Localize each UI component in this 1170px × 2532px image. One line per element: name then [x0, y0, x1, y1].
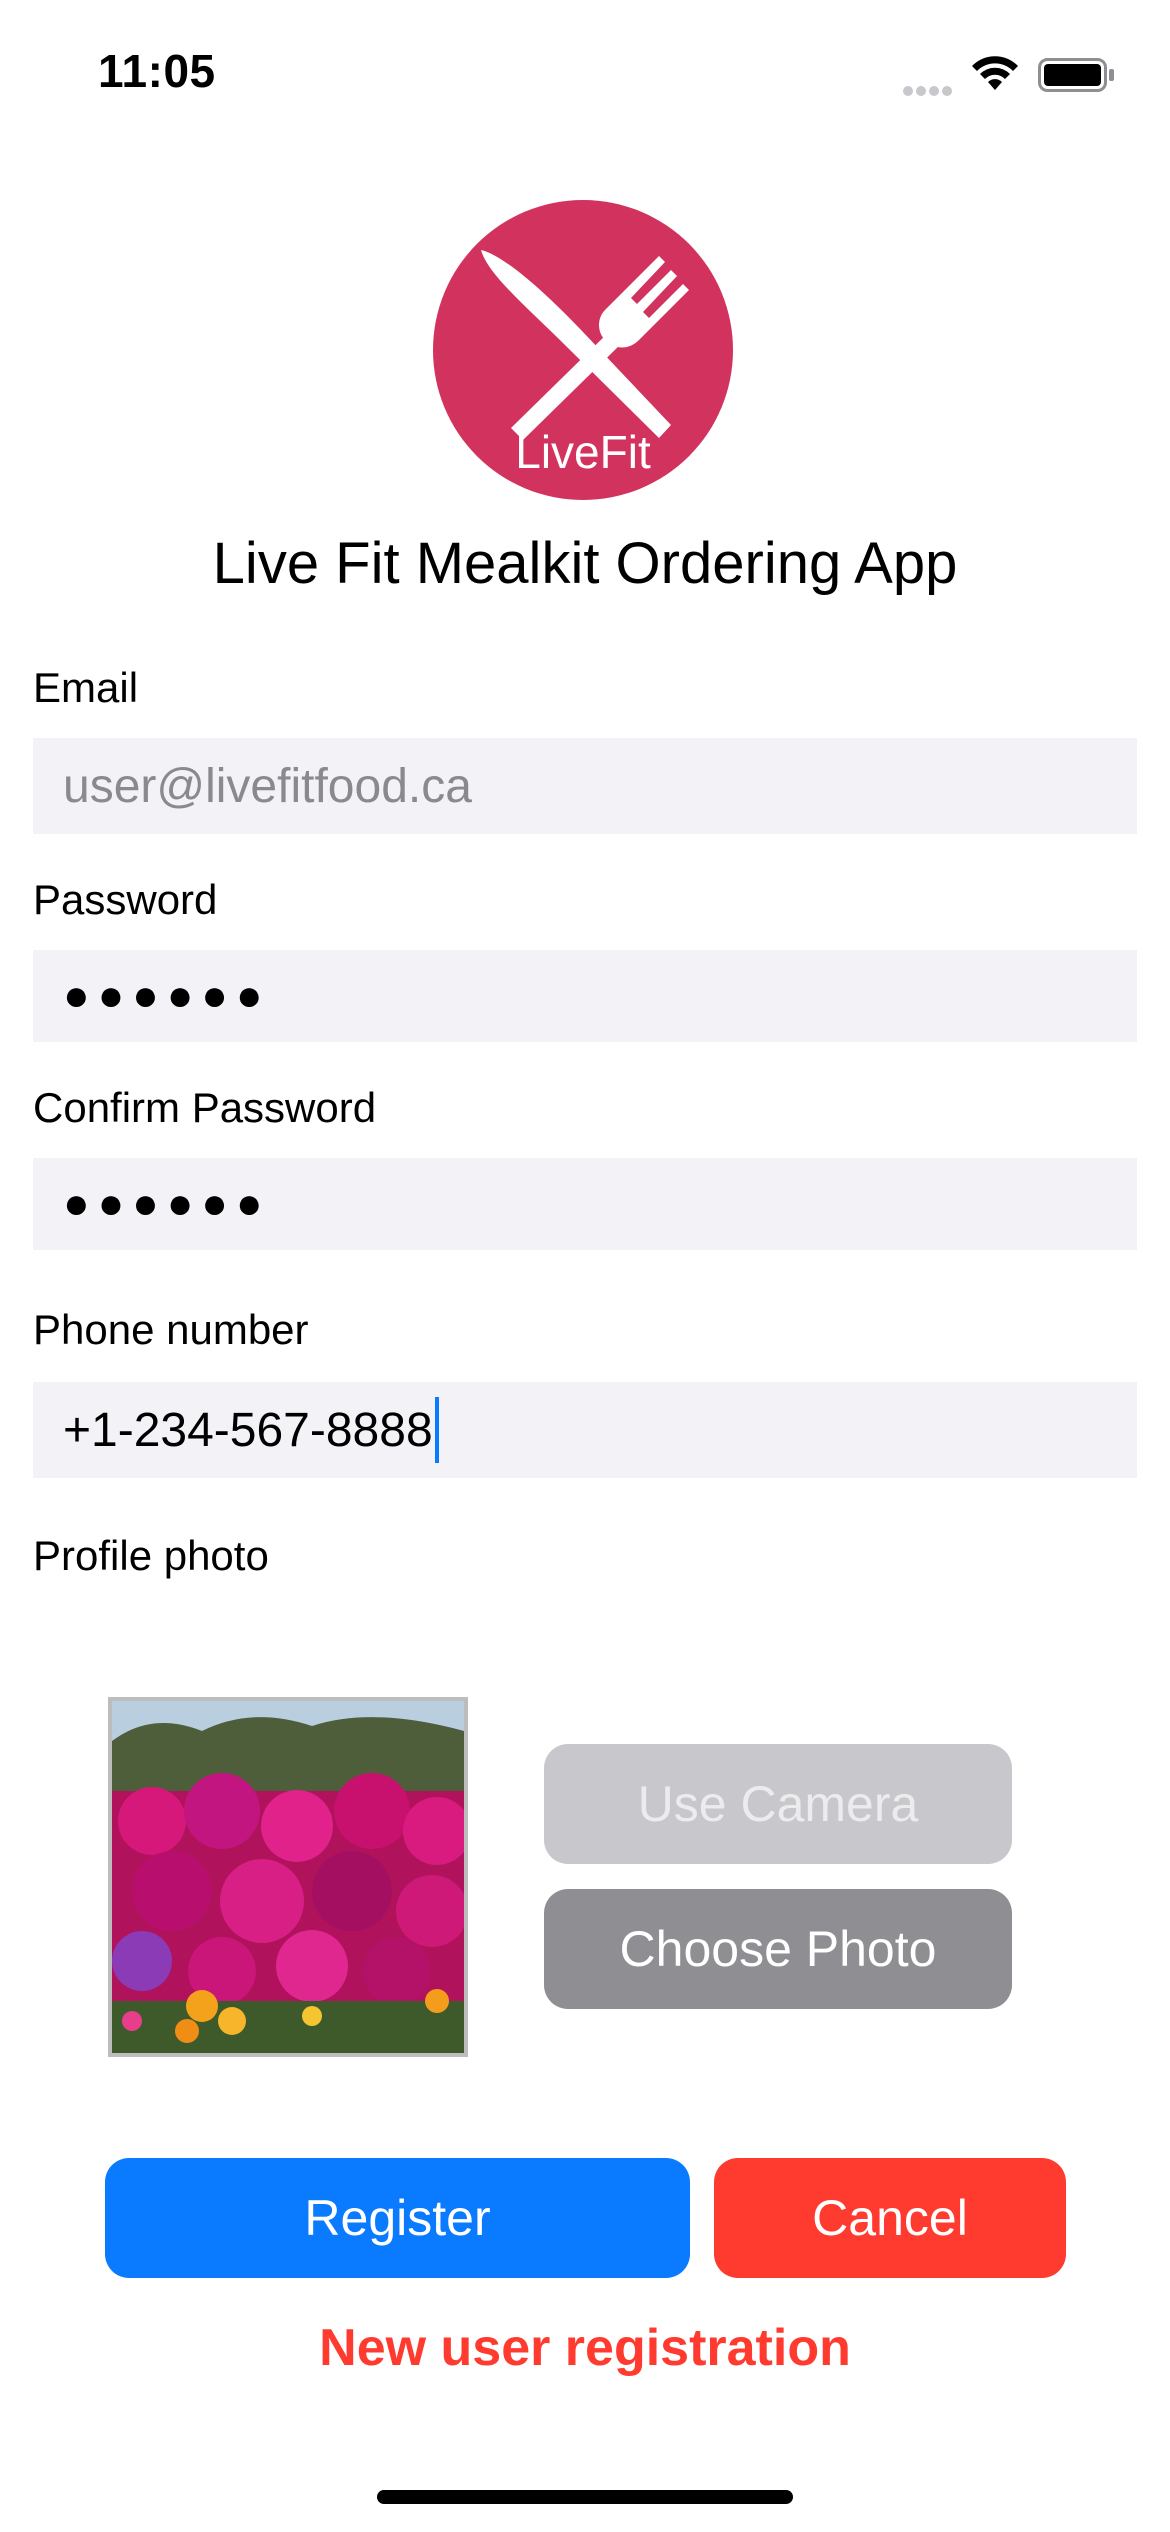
email-field[interactable]: user@livefitfood.ca [33, 738, 1137, 834]
password-field[interactable]: ●●●●●● [33, 950, 1137, 1042]
phone-label: Phone number [33, 1306, 309, 1353]
password-value: ●●●●●● [63, 971, 271, 1020]
logo-text: LiveFit [515, 426, 651, 478]
register-button[interactable]: Register [105, 2158, 690, 2278]
confirm-password-value: ●●●●●● [63, 1179, 271, 1228]
cellular-signal-icon [903, 86, 952, 96]
livefit-logo: LiveFit [433, 200, 733, 500]
phone-value: +1-234-567-8888 [63, 1403, 433, 1457]
use-camera-button[interactable]: Use Camera [544, 1744, 1012, 1864]
app-title: Live Fit Mealkit Ordering App [212, 531, 958, 596]
registration-message: New user registration [319, 2319, 851, 2377]
email-placeholder: user@livefitfood.ca [63, 759, 472, 813]
profile-photo [108, 1697, 468, 2057]
battery-icon [1038, 58, 1114, 92]
cancel-button[interactable]: Cancel [714, 2158, 1066, 2278]
confirm-password-field[interactable]: ●●●●●● [33, 1158, 1137, 1250]
flower-photo-image [112, 1701, 464, 2053]
home-indicator[interactable] [377, 2490, 793, 2504]
confirm-password-label: Confirm Password [33, 1084, 377, 1131]
status-time: 11:05 [98, 45, 216, 97]
text-cursor [434, 1397, 439, 1463]
phone-field[interactable]: +1-234-567-8888 [33, 1382, 1137, 1478]
choose-photo-button[interactable]: Choose Photo [544, 1889, 1012, 2009]
email-label: Email [33, 664, 139, 711]
profile-photo-label: Profile photo [33, 1532, 269, 1579]
password-label: Password [33, 876, 218, 923]
wifi-icon [972, 56, 1018, 90]
